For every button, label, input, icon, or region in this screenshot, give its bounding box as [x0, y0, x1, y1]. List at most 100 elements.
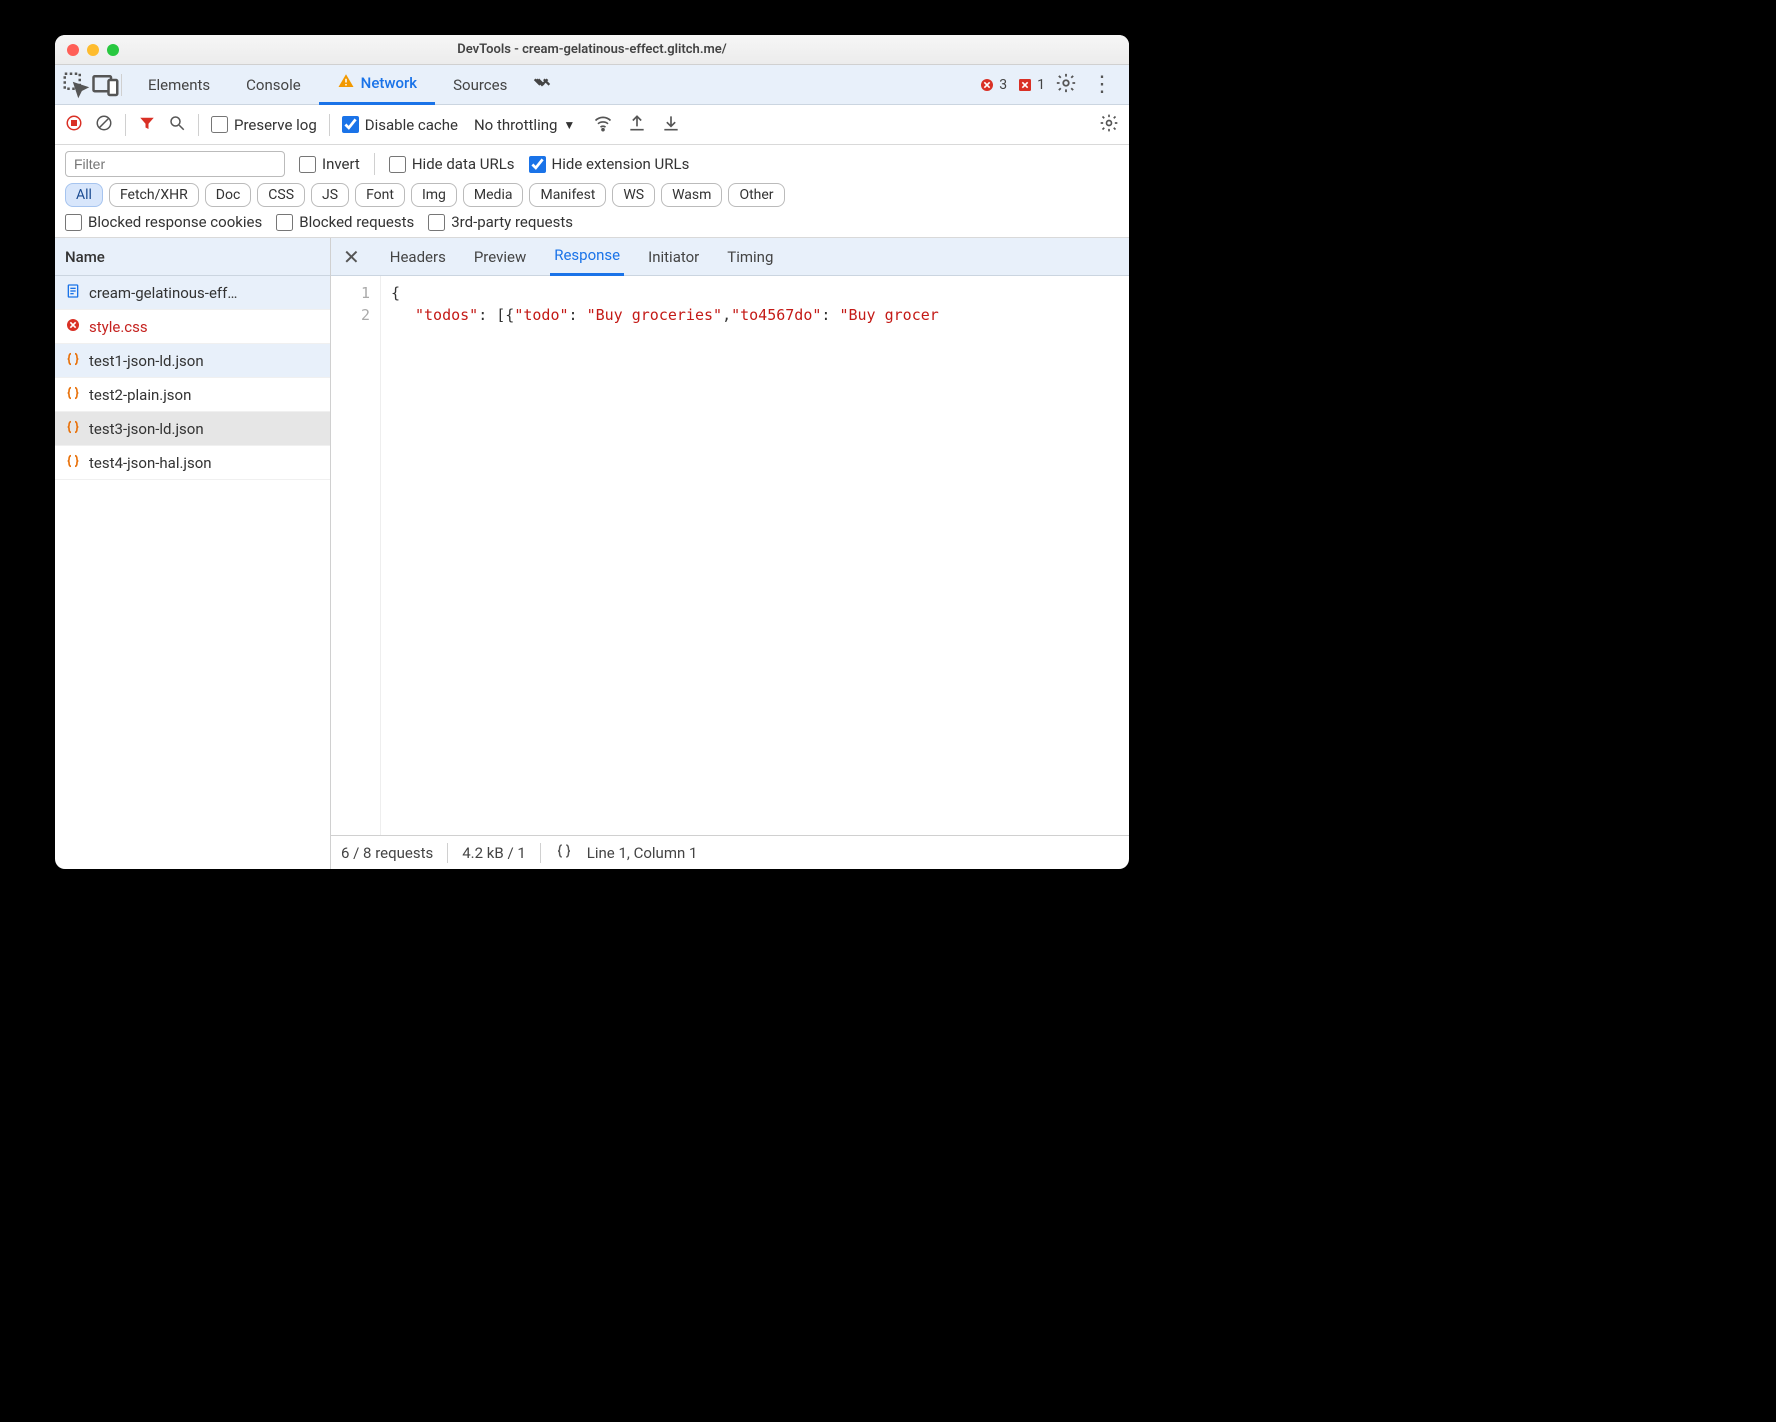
network-settings-icon[interactable] [1099, 113, 1119, 137]
close-detail-icon[interactable]: ✕ [343, 245, 360, 269]
filter-input[interactable] [65, 151, 285, 177]
titlebar: DevTools - cream-gelatinous-effect.glitc… [55, 35, 1129, 65]
dtab-preview[interactable]: Preview [470, 238, 530, 276]
panel-tabs: Elements Console Network Sources [130, 65, 553, 105]
request-name: test2-plain.json [89, 386, 191, 404]
response-code-view[interactable]: 1 2 {"todos": [{"todo": "Buy groceries",… [331, 276, 1129, 835]
upload-har-icon[interactable] [627, 113, 647, 137]
disable-cache-checkbox[interactable]: Disable cache [342, 116, 458, 134]
pill-manifest[interactable]: Manifest [529, 183, 606, 207]
dtab-response[interactable]: Response [550, 238, 624, 276]
maximize-window-button[interactable] [107, 44, 119, 56]
request-list: cream-gelatinous-eff… style.css test1-json… [55, 276, 330, 869]
status-bar: 6 / 8 requests 4.2 kB / 1 Line 1, Column… [331, 835, 1129, 869]
line-gutter: 1 2 [331, 276, 381, 835]
request-list-sidebar: Name cream-gelatinous-eff… style.css test1… [55, 238, 331, 869]
request-row[interactable]: test3-json-ld.json [55, 412, 330, 446]
divider [125, 114, 126, 136]
request-row[interactable]: cream-gelatinous-eff… [55, 276, 330, 310]
pill-all[interactable]: All [65, 183, 103, 207]
warning-icon [337, 72, 355, 94]
pill-doc[interactable]: Doc [205, 183, 252, 207]
json-icon [65, 385, 81, 405]
caret-down-icon: ▼ [563, 118, 575, 132]
pill-ws[interactable]: WS [612, 183, 655, 207]
request-row[interactable]: test4-json-hal.json [55, 446, 330, 480]
detail-pane: ✕ Headers Preview Response Initiator Tim… [331, 238, 1129, 869]
divider [540, 843, 541, 863]
pill-img[interactable]: Img [411, 183, 457, 207]
network-toolbar: Preserve log Disable cache No throttling… [55, 105, 1129, 145]
request-name: style.css [89, 318, 148, 336]
preserve-log-checkbox[interactable]: Preserve log [211, 116, 317, 134]
disable-cache-input[interactable] [342, 116, 359, 133]
divider [329, 114, 330, 136]
traffic-lights [67, 44, 119, 56]
tab-elements[interactable]: Elements [130, 65, 228, 105]
invert-checkbox[interactable]: Invert [299, 155, 360, 173]
pill-fetch-xhr[interactable]: Fetch/XHR [109, 183, 199, 207]
request-name: test3-json-ld.json [89, 420, 204, 438]
err-icon [65, 317, 81, 337]
filter-toggle-icon[interactable] [138, 114, 156, 136]
blocked-requests-checkbox[interactable]: Blocked requests [276, 213, 414, 231]
main-tabs-bar: Elements Console Network Sources 3 1 [55, 65, 1129, 105]
issues-badge[interactable]: 1 [1017, 77, 1045, 93]
search-icon[interactable] [168, 114, 186, 136]
minimize-window-button[interactable] [87, 44, 99, 56]
dtab-initiator[interactable]: Initiator [644, 238, 703, 276]
clear-button[interactable] [95, 114, 113, 136]
filter-bar: Invert Hide data URLs Hide extension URL… [55, 145, 1129, 238]
blocked-cookies-checkbox[interactable]: Blocked response cookies [65, 213, 262, 231]
json-icon [65, 419, 81, 439]
doc-icon [65, 283, 81, 303]
window-title: DevTools - cream-gelatinous-effect.glitc… [55, 42, 1129, 57]
hide-data-urls-checkbox[interactable]: Hide data URLs [389, 155, 515, 173]
tab-console[interactable]: Console [228, 65, 319, 105]
tab-network[interactable]: Network [319, 65, 435, 105]
divider [198, 114, 199, 136]
request-row[interactable]: test2-plain.json [55, 378, 330, 412]
tab-sources[interactable]: Sources [435, 65, 525, 105]
pill-js[interactable]: JS [311, 183, 349, 207]
pretty-print-icon[interactable] [555, 842, 573, 864]
more-tabs-icon[interactable] [531, 72, 553, 98]
pill-other[interactable]: Other [728, 183, 784, 207]
divider [121, 74, 122, 96]
json-icon [65, 453, 81, 473]
inspect-element-icon[interactable] [61, 70, 91, 100]
more-menu-icon[interactable]: ⋮ [1087, 72, 1117, 97]
download-har-icon[interactable] [661, 113, 681, 137]
settings-icon[interactable] [1055, 72, 1077, 98]
status-transfer: 4.2 kB / 1 [462, 844, 526, 862]
throttling-select[interactable]: No throttling ▼ [470, 116, 575, 134]
pill-css[interactable]: CSS [257, 183, 305, 207]
dtab-headers[interactable]: Headers [386, 238, 450, 276]
pill-font[interactable]: Font [355, 183, 405, 207]
dtab-timing[interactable]: Timing [723, 238, 777, 276]
detail-tabs: ✕ Headers Preview Response Initiator Tim… [331, 238, 1129, 276]
hide-extension-urls-checkbox[interactable]: Hide extension URLs [529, 155, 690, 173]
cursor-position: Line 1, Column 1 [587, 844, 698, 862]
preserve-log-input[interactable] [211, 116, 228, 133]
divider [447, 843, 448, 863]
close-window-button[interactable] [67, 44, 79, 56]
request-row[interactable]: test1-json-ld.json [55, 344, 330, 378]
third-party-checkbox[interactable]: 3rd-party requests [428, 213, 573, 231]
content-area: Name cream-gelatinous-eff… style.css test1… [55, 238, 1129, 869]
pill-wasm[interactable]: Wasm [661, 183, 722, 207]
errors-badge[interactable]: 3 [979, 77, 1007, 93]
json-icon [65, 351, 81, 371]
device-toolbar-icon[interactable] [91, 70, 121, 100]
record-button[interactable] [65, 114, 83, 136]
network-conditions-icon[interactable] [593, 113, 613, 137]
type-filter-pills: All Fetch/XHR Doc CSS JS Font Img Media … [65, 183, 785, 207]
name-column-header[interactable]: Name [55, 238, 330, 276]
status-requests: 6 / 8 requests [341, 844, 433, 862]
request-name: test1-json-ld.json [89, 352, 204, 370]
request-name: cream-gelatinous-eff… [89, 284, 237, 302]
pill-media[interactable]: Media [463, 183, 524, 207]
devtools-window: DevTools - cream-gelatinous-effect.glitc… [55, 35, 1129, 869]
request-row[interactable]: style.css [55, 310, 330, 344]
request-name: test4-json-hal.json [89, 454, 212, 472]
